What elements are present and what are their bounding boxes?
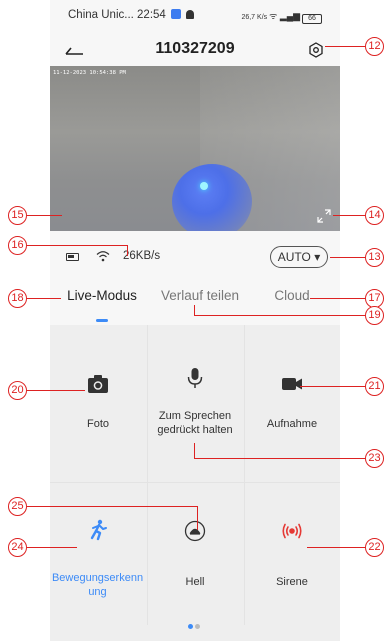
battery-icon: 66 [302,14,322,24]
callout-15: 15 [8,206,27,225]
siren-button[interactable]: Sirene [244,483,340,625]
callout-leader [310,298,365,299]
video-timestamp: 11-12-2023 10:54:38 PM [53,70,126,76]
page-dot [195,624,200,629]
siren-label: Sirene [276,576,308,588]
tab-cloud[interactable]: Cloud [260,285,324,315]
fullscreen-icon[interactable] [317,209,331,223]
push-to-talk-label: Zum Sprechen gedrückt halten [157,410,233,436]
callout-leader [27,547,77,548]
callout-12: 12 [365,37,384,56]
video-blue-light [172,164,252,231]
callout-18: 18 [8,289,27,308]
callout-16: 16 [8,236,27,255]
status-bar-right: 26,7 K/s ᯤ ▂▄▆ 66 [241,9,322,24]
callout-leader [333,215,365,216]
net-speed-value: 26,7 [241,14,256,21]
callout-leader [27,506,197,507]
photo-label: Foto [86,418,109,430]
tab-share-history[interactable]: Verlauf teilen [152,285,248,315]
quality-auto-button[interactable]: AUTO ▾ [270,246,328,268]
photo-button[interactable]: Foto [50,325,146,482]
callout-leader [27,245,127,246]
video-led-spot [200,182,208,190]
callout-leader [194,315,365,316]
live-video-view[interactable]: 11-12-2023 10:54:38 PM [50,66,340,231]
bell-icon [186,10,195,19]
signal-icon: ᯤ ▂▄▆ [269,11,301,21]
callout-19: 19 [365,306,384,325]
device-title: 110327209 [155,40,235,57]
running-person-icon [90,519,107,541]
siren-alarm-icon [282,523,302,539]
mode-tabs: Live-Modus Verlauf teilen Cloud [50,285,340,325]
callout-25: 25 [8,497,27,516]
callout-leader [300,386,365,387]
net-speed-unit: K/s [257,14,268,21]
callout-leader [27,390,85,391]
callout-leader [127,245,128,256]
wifi-icon [96,251,110,262]
light-button[interactable]: Hell [147,483,243,625]
carrier-time: China Unic... 22:54 [68,9,166,21]
callout-leader [330,257,365,258]
callout-leader [27,215,62,216]
active-tab-indicator [96,319,108,322]
motion-detection-button[interactable]: Bewegungserkenn ung [50,483,146,625]
callout-leader [194,443,195,458]
callout-13: 13 [365,248,384,267]
callout-leader [307,547,365,548]
callout-leader [197,506,198,530]
stream-speed: 26KB/s [123,250,161,262]
motion-detection-label: Bewegungserkenn ung [51,572,144,598]
callout-23: 23 [365,449,384,468]
callout-leader [27,298,61,299]
callout-20: 20 [8,381,27,400]
callout-24: 24 [8,538,27,557]
status-bar: China Unic... 22:54 26,7 K/s ᯤ ▂▄▆ 66 [50,0,340,34]
phone-screen: China Unic... 22:54 26,7 K/s ᯤ ▂▄▆ 66 11… [50,0,340,641]
control-grid: Foto Zum Sprechen gedrückt halten Aufnah… [50,325,340,641]
microphone-icon [187,368,203,388]
callout-14: 14 [365,206,384,225]
light-label: Hell [185,576,205,588]
notification-icon [171,9,182,19]
camera-icon [88,375,108,393]
stream-info-bar: 26KB/s AUTO ▾ [50,231,340,285]
callout-21: 21 [365,377,384,396]
record-label: Aufnahme [266,418,318,430]
video-camera-icon [282,378,302,390]
nav-bar: 110327209 [50,34,340,66]
status-bar-left: China Unic... 22:54 [68,9,195,21]
callout-leader [325,46,365,47]
callout-22: 22 [365,538,384,557]
settings-gear-icon[interactable] [308,42,324,58]
callout-leader [194,458,365,459]
tab-live-mode[interactable]: Live-Modus [60,285,144,315]
battery-level-icon [66,253,79,261]
page-dot-active [188,624,193,629]
lamp-icon [184,520,206,542]
page-indicator [188,624,204,630]
